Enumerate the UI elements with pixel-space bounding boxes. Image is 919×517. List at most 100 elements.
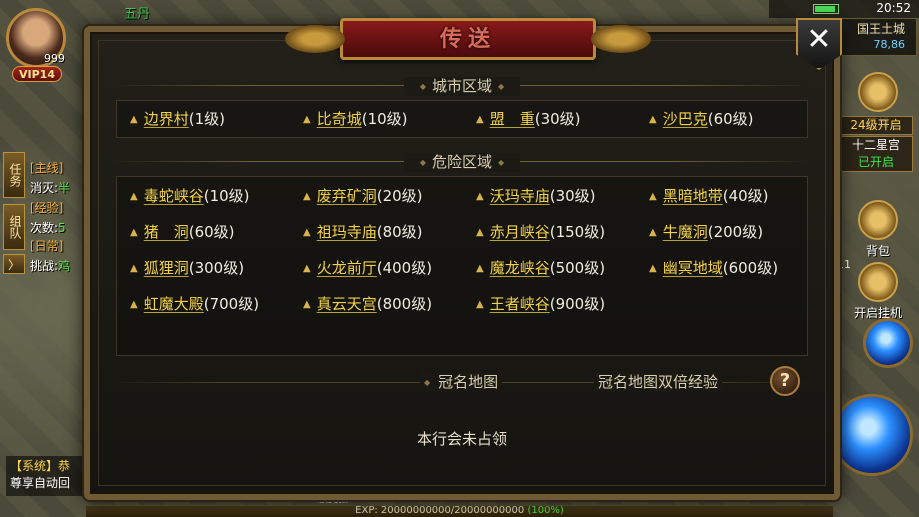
teleport-location[interactable]: ▲ 盟 重(30级) (476, 109, 581, 129)
crown-map-title: 冠名地图 (420, 371, 503, 392)
quest-text: 次数: (30, 221, 59, 235)
dialog-title: 传送 (439, 26, 496, 52)
dialog-title-plate: 传送 (285, 18, 651, 60)
tab-team[interactable]: 组队 (3, 204, 25, 250)
quest-target: 5 (58, 221, 66, 235)
danger-section-title: 危险区域 (403, 153, 521, 172)
auto-battle-label: 开启挂机 (853, 306, 902, 320)
teleport-location[interactable]: ▲ 王者峡谷(900级) (476, 294, 605, 314)
clock: 20:52 (876, 1, 911, 15)
quest-tag: [日常] (30, 239, 64, 253)
quest-target: 鸡 (58, 259, 71, 273)
location-name: 牛魔洞 (662, 223, 708, 241)
teleport-dialog: 传送 ✕ 城市区域 危险区域 ▲边界村(1级)▲比奇城(10级)▲盟 重(30级… (84, 18, 842, 500)
location-level: (150级) (549, 223, 606, 241)
arrow-icon: ▲ (303, 190, 311, 202)
chat-box[interactable]: 【系统】恭 尊享自动回 (6, 456, 86, 496)
teleport-location[interactable]: ▲ 虹魔大殿(700级) (130, 294, 259, 314)
quest-text: 消灭: (30, 181, 59, 195)
location-level: (200级) (707, 223, 764, 241)
minimap-coordinates: 78,86 (873, 38, 906, 51)
chat-line: 尊享自动回 (10, 476, 71, 490)
auto-battle-button[interactable]: 开启挂机 (849, 262, 907, 321)
location-level: (300级) (188, 259, 245, 277)
attack-orb[interactable] (831, 394, 913, 476)
player-name: 五丹 (124, 7, 151, 22)
quest-tag: [经验] (30, 201, 64, 215)
location-name: 幽冥地域 (662, 259, 723, 277)
location-name: 黑暗地带 (662, 187, 723, 205)
teleport-location[interactable]: ▲ 毒蛇峡谷(10级) (130, 186, 250, 206)
arrow-icon: ▲ (476, 113, 484, 125)
location-level: (60级) (188, 223, 235, 241)
player-level-badge: 999 (44, 52, 65, 65)
teleport-location[interactable]: ▲ 猪 洞(60级) (130, 222, 235, 242)
location-level: (600级) (722, 259, 779, 277)
location-name: 真云天宫 (316, 295, 377, 313)
teleport-location[interactable]: ▲ 黑暗地带(40级) (649, 186, 769, 206)
minimap-map-name: 国王土城 (856, 22, 905, 36)
location-level: (20级) (376, 187, 423, 205)
location-name: 魔龙峡谷 (489, 259, 550, 277)
tab-quest[interactable]: 任务 (3, 152, 25, 198)
teleport-location[interactable]: ▲ 牛魔洞(200级) (649, 222, 763, 242)
hero-icon (858, 72, 898, 112)
quest-exp[interactable]: [经验] 次数:5 (30, 198, 66, 238)
chat-system-tag: 【系统】 (10, 459, 59, 473)
location-level: (30级) (549, 187, 596, 205)
hero-level-tag: 24级开启 (839, 116, 913, 135)
location-level: (400级) (376, 259, 433, 277)
exp-bar: EXP: 20000000000/20000000000 (100%) (86, 505, 833, 517)
quest-target: 半 (58, 181, 71, 195)
help-button[interactable]: ? (770, 366, 800, 396)
arrow-icon: ▲ (130, 226, 138, 238)
crown-map-row: 冠名地图 冠名地图双倍经验 ? (114, 363, 810, 403)
quest-daily[interactable]: [日常] 挑战:鸡 (30, 236, 70, 276)
arrow-icon: ▲ (476, 190, 484, 202)
skill-orb-small[interactable] (863, 318, 913, 368)
arrow-icon: ▲ (476, 226, 484, 238)
exp-text: EXP: 20000000000/20000000000 (100%) (86, 505, 833, 517)
location-name: 火龙前厅 (316, 259, 377, 277)
teleport-location[interactable]: ▲ 狐狸洞(300级) (130, 258, 244, 278)
chat-system-text: 恭 (58, 459, 71, 473)
teleport-location[interactable]: ▲ 边界村(1级) (130, 109, 225, 129)
teleport-location[interactable]: ▲ 真云天宫(800级) (303, 294, 432, 314)
teleport-location[interactable]: ▲ 比奇城(10级) (303, 109, 408, 129)
game-scene: 999 VIP14 五丹 1947271 20:52 国王土城 78,86 任务… (0, 0, 919, 517)
arrow-icon: ▲ (649, 262, 657, 274)
teleport-location[interactable]: ▲ 沙巴克(60级) (649, 109, 754, 129)
close-button[interactable]: ✕ (796, 18, 842, 70)
arrow-icon: ▲ (303, 262, 311, 274)
arrow-icon: ▲ (130, 190, 138, 202)
close-icon: ✕ (806, 22, 832, 57)
city-section-header: 城市区域 (114, 76, 810, 96)
location-level: (700级) (203, 295, 260, 313)
quest-main[interactable]: [主线] 消灭:半 (30, 158, 70, 198)
location-level: (10级) (361, 110, 408, 128)
location-level: (40级) (722, 187, 769, 205)
location-name: 赤月峡谷 (489, 223, 550, 241)
teleport-location[interactable]: ▲ 沃玛寺庙(30级) (476, 186, 596, 206)
quest-text: 挑战: (30, 259, 59, 273)
location-level: (10级) (203, 187, 250, 205)
teleport-location[interactable]: ▲ 火龙前厅(400级) (303, 258, 432, 278)
bag-button[interactable]: 背包 (849, 200, 907, 259)
zodiac-state: 已开启 (857, 155, 894, 169)
vip-badge[interactable]: VIP14 (12, 66, 62, 82)
location-name: 祖玛寺庙 (316, 223, 377, 241)
teleport-location[interactable]: ▲ 赤月峡谷(150级) (476, 222, 605, 242)
teleport-location[interactable]: ▲ 祖玛寺庙(80级) (303, 222, 423, 242)
arrow-icon: ▲ (303, 113, 311, 125)
location-name: 沙巴克 (662, 110, 708, 128)
bag-icon (858, 200, 898, 240)
zodiac-button[interactable]: 十二星宫 已开启 (839, 136, 913, 172)
guild-status-text: 本行会未占领 (416, 430, 507, 448)
teleport-location[interactable]: ▲ 幽冥地域(600级) (649, 258, 778, 278)
collapse-arrow-icon[interactable]: 〉 (3, 254, 25, 274)
teleport-location[interactable]: ▲ 魔龙峡谷(500级) (476, 258, 605, 278)
teleport-location[interactable]: ▲ 废弃矿洞(20级) (303, 186, 423, 206)
location-level: (500级) (549, 259, 606, 277)
location-level: (30级) (534, 110, 581, 128)
location-name: 比奇城 (316, 110, 362, 128)
